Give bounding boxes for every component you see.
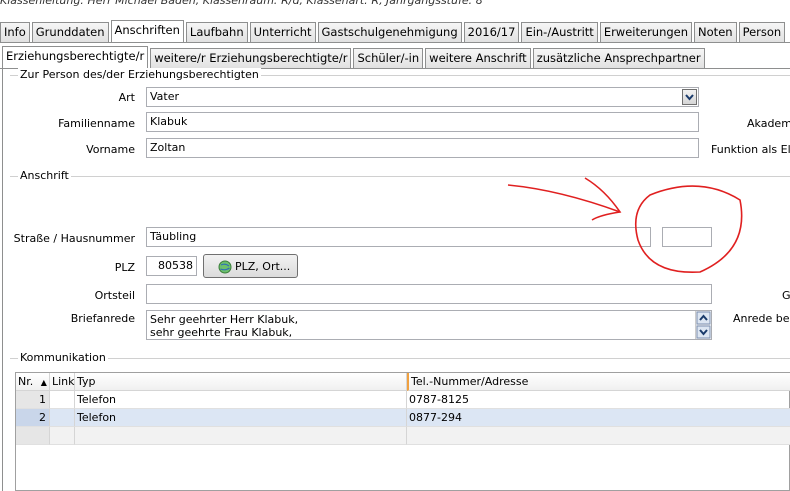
subtab-weitere-anschrift[interactable]: weitere Anschrift [425, 48, 531, 68]
row-nr: 1 [16, 391, 50, 409]
tab-ein-austritt[interactable]: Ein-/Austritt [521, 22, 598, 42]
subtab-weitere-erziehungsberechtigte[interactable]: weitere/r Erziehungsberechtigte/r [150, 48, 352, 68]
red-annotation-arrow-circle-icon [507, 177, 743, 274]
sort-ascending-icon: ▲ [40, 378, 47, 387]
row-link [50, 427, 75, 445]
globe-icon [218, 260, 232, 274]
plz-ort-button-label: PLZ, Ort... [235, 260, 291, 273]
plz-ort-button[interactable]: PLZ, Ort... [203, 254, 298, 278]
column-header-adresse[interactable]: Tel.-Nummer/Adresse [407, 373, 790, 391]
tab-gastschulgenehmigung[interactable]: Gastschulgenehmigung [317, 22, 462, 42]
row-adresse: 0787-8125 [407, 391, 790, 409]
kommunikation-group-legend: Kommunikation [18, 351, 108, 364]
briefanrede-scrollbar[interactable] [695, 311, 711, 339]
briefanrede-line-2: sehr geehrte Frau Klabuk, [150, 326, 293, 339]
ortsteil-field[interactable] [146, 284, 712, 304]
tab-schuljahr[interactable]: 2016/17 [463, 22, 520, 42]
tab-noten[interactable]: Noten [694, 22, 737, 42]
row-adresse: 0877-294 [407, 409, 790, 427]
akademischer-grad-label: Akademi [747, 117, 790, 130]
anrede-bei-label: Anrede bei [733, 312, 790, 325]
art-dropdown-button[interactable] [682, 89, 697, 105]
funktion-label: Funktion als Elt [711, 143, 790, 156]
familienname-label: Familienname [58, 117, 135, 130]
class-info-header: Klassenleitung: Herr Michael Baden, Klas… [0, 0, 483, 7]
tab-grunddaten[interactable]: Grunddaten [31, 22, 109, 42]
briefanrede-line-1: Sehr geehrter Herr Klabuk, [150, 313, 299, 326]
tab-person[interactable]: Person [738, 22, 786, 42]
column-header-typ[interactable]: Typ [75, 373, 407, 391]
subtab-zusaetzliche-ansprechpartner[interactable]: zusätzliche Ansprechpartner [532, 48, 705, 68]
vorname-label: Vorname [86, 143, 135, 156]
tab-unterricht[interactable]: Unterricht [249, 22, 316, 42]
row-link [50, 409, 75, 427]
column-header-nr[interactable]: Nr. ▲ [16, 373, 50, 391]
tab-info[interactable]: Info [0, 22, 30, 42]
strasse-label: Straße / Hausnummer [13, 232, 135, 245]
kommunikation-table: Nr. ▲ Link Typ Tel.-Nummer/Adresse 1 Tel… [15, 372, 790, 491]
person-group-legend: Zur Person des/der Erziehungsberechtigte… [18, 68, 261, 81]
subtab-erziehungsberechtigte[interactable]: Erziehungsberechtigte/r [2, 46, 149, 68]
kommunikation-group-line [10, 358, 790, 359]
g-label: G [782, 289, 790, 302]
briefanrede-textarea[interactable]: Sehr geehrter Herr Klabuk, sehr geehrte … [146, 310, 712, 340]
row-adresse [407, 427, 790, 445]
row-link [50, 391, 75, 409]
chevron-down-icon [685, 94, 694, 101]
row-nr: 2 [16, 409, 50, 427]
column-header-link[interactable]: Link [50, 373, 75, 391]
main-tab-bar: Info Grunddaten Anschriften Laufbahn Unt… [0, 20, 787, 42]
anschrift-group-legend: Anschrift [18, 169, 71, 182]
row-typ [75, 427, 407, 445]
scroll-arrows-icon [696, 311, 711, 339]
art-label: Art [118, 91, 135, 104]
sub-tab-bar: Erziehungsberechtigte/r weitere/r Erzieh… [2, 46, 707, 68]
row-typ: Telefon [75, 391, 407, 409]
art-select[interactable]: Vater [146, 87, 699, 107]
row-nr [16, 427, 50, 445]
row-typ: Telefon [75, 409, 407, 427]
tab-erweiterungen[interactable]: Erweiterungen [599, 22, 693, 42]
main-tab-divider [0, 42, 790, 43]
vorname-field[interactable]: Zoltan [146, 138, 699, 158]
familienname-field[interactable]: Klabuk [146, 112, 699, 132]
plz-field[interactable]: 80538 [146, 256, 197, 276]
tab-laufbahn[interactable]: Laufbahn [185, 22, 248, 42]
briefanrede-label: Briefanrede [70, 312, 135, 325]
ortsteil-label: Ortsteil [94, 289, 135, 302]
subtab-schueler[interactable]: Schüler/-in [353, 48, 424, 68]
plz-label: PLZ [114, 261, 135, 274]
tab-anschriften[interactable]: Anschriften [110, 20, 184, 42]
